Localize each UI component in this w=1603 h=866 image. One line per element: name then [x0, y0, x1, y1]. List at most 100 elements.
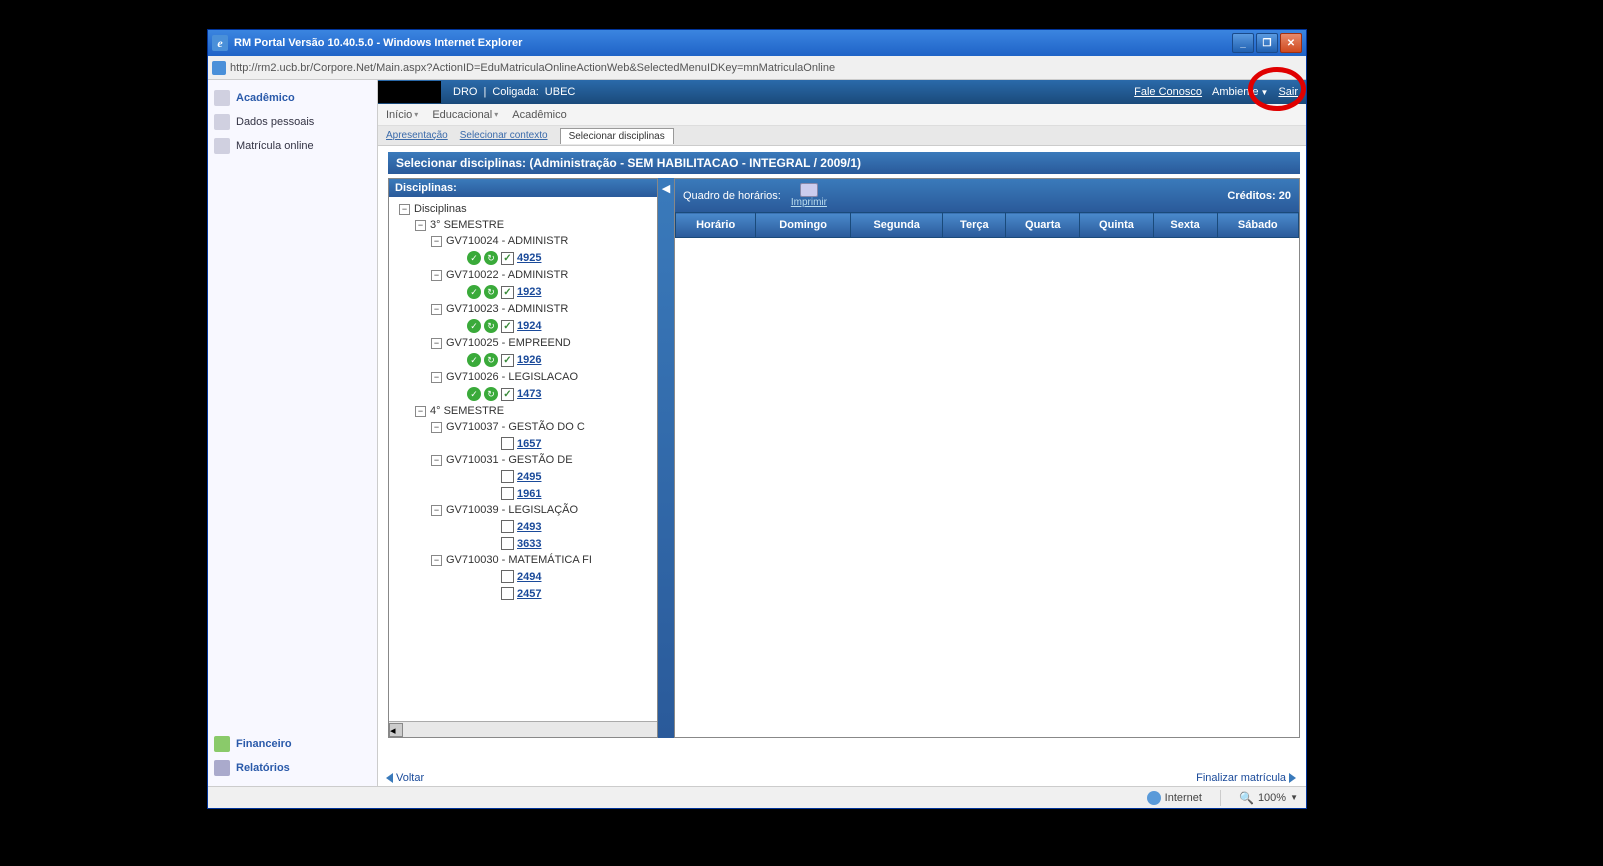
section-header: Selecionar disciplinas: (Administração -… [388, 152, 1300, 174]
menu-academico[interactable]: Acadêmico [512, 109, 566, 121]
zoom-control[interactable]: 🔍 100% ▼ [1239, 791, 1298, 805]
tree-node[interactable]: −GV710031 - GESTÃO DE [425, 452, 653, 468]
arrow-right-icon [1289, 773, 1296, 783]
scroll-left-button[interactable]: ◂ [389, 723, 403, 737]
globe-icon [1147, 791, 1161, 805]
breadcrumb-tabs: Apresentação Selecionar contexto Selecio… [378, 126, 1306, 146]
turma-link[interactable]: 2493 [517, 521, 541, 533]
finalizar-link[interactable]: Finalizar matrícula [1196, 772, 1296, 784]
tree-node[interactable]: −GV710037 - GESTÃO DO C [425, 419, 653, 435]
tree-node[interactable]: −GV710039 - LEGISLAÇÃO [425, 502, 653, 518]
maximize-button[interactable]: ❐ [1256, 33, 1278, 53]
statusbar: Internet 🔍 100% ▼ [208, 786, 1306, 808]
turma-link[interactable]: 3633 [517, 538, 541, 550]
checkbox-icon[interactable] [501, 587, 514, 600]
turma-leaf[interactable]: ✓↻1926 [441, 351, 653, 369]
tree-toggle-icon[interactable]: − [415, 406, 426, 417]
turma-link[interactable]: 4925 [517, 252, 541, 264]
tree-toggle-icon[interactable]: − [431, 304, 442, 315]
tree-node[interactable]: −GV710030 - MATEMÁTICA FI [425, 552, 653, 568]
horizontal-scrollbar[interactable]: ◂ [389, 721, 657, 737]
disciplinas-tree[interactable]: −Disciplinas−3° SEMESTRE−GV710024 - ADMI… [389, 197, 657, 721]
turma-leaf[interactable]: 2494 [441, 568, 653, 585]
sidebar-item-financeiro[interactable]: Financeiro [212, 732, 373, 756]
checkbox-icon[interactable] [501, 320, 514, 333]
checkbox-icon[interactable] [501, 286, 514, 299]
close-button[interactable]: ✕ [1280, 33, 1302, 53]
sidebar-item-matricula-online[interactable]: Matrícula online [212, 134, 373, 158]
turma-leaf[interactable]: ✓↻ 1923 [441, 283, 653, 301]
print-button[interactable]: Imprimir [791, 183, 827, 208]
tree-toggle-icon[interactable]: − [431, 372, 442, 383]
sidebar-item-academico[interactable]: Acadêmico [212, 86, 373, 110]
voltar-link[interactable]: Voltar [386, 772, 424, 784]
turma-link[interactable]: 1924 [517, 320, 541, 332]
checkbox-icon[interactable] [501, 354, 514, 367]
sidebar-label-financeiro: Financeiro [236, 738, 292, 750]
tree-node[interactable]: −GV710022 - ADMINISTR [425, 267, 653, 283]
menu-inicio[interactable]: Início▾ [386, 109, 418, 121]
turma-leaf[interactable]: ✓↻4925 [441, 249, 653, 267]
menubar: Início▾ Educacional▾ Acadêmico [378, 104, 1306, 126]
sair-link[interactable]: Sair [1278, 86, 1298, 98]
turma-leaf[interactable]: ✓↻1473 [441, 385, 653, 403]
tree-node[interactable]: −Disciplinas [393, 201, 653, 217]
sidebar: Acadêmico Dados pessoais Matrícula onlin… [208, 80, 378, 786]
turma-link[interactable]: 1926 [517, 354, 541, 366]
tree-toggle-icon[interactable]: − [431, 455, 442, 466]
turma-link[interactable]: 2457 [517, 588, 541, 600]
tree-toggle-icon[interactable]: − [431, 422, 442, 433]
tree-node[interactable]: −3° SEMESTRE [409, 217, 653, 233]
tree-node[interactable]: −GV710024 - ADMINISTR [425, 233, 653, 249]
checkbox-icon[interactable] [501, 252, 514, 265]
print-label: Imprimir [791, 197, 827, 208]
tree-toggle-icon[interactable]: − [431, 505, 442, 516]
checkbox-icon[interactable] [501, 470, 514, 483]
fale-conosco-link[interactable]: Fale Conosco [1134, 86, 1202, 98]
tab-selecionar-contexto[interactable]: Selecionar contexto [460, 130, 548, 141]
collapse-toggle[interactable]: ◀ [658, 178, 674, 738]
turma-leaf[interactable]: 2495 [441, 468, 653, 485]
tab-apresentacao[interactable]: Apresentação [386, 130, 448, 141]
menu-educacional[interactable]: Educacional▾ [432, 109, 498, 121]
turma-link[interactable]: 2495 [517, 471, 541, 483]
checkbox-icon[interactable] [501, 570, 514, 583]
turma-leaf[interactable]: 3633 [441, 535, 653, 552]
tree-toggle-icon[interactable]: − [431, 236, 442, 247]
tree-toggle-icon[interactable]: − [399, 204, 410, 215]
check-icon: ✓ [467, 285, 481, 299]
turma-link[interactable]: 1473 [517, 388, 541, 400]
turma-leaf[interactable]: 2457 [441, 585, 653, 602]
minimize-button[interactable]: _ [1232, 33, 1254, 53]
tree-toggle-icon[interactable]: − [431, 555, 442, 566]
turma-leaf[interactable]: 1961 [441, 485, 653, 502]
tree-node[interactable]: −GV710026 - LEGISLACAO [425, 369, 653, 385]
tree-node[interactable]: −GV710023 - ADMINISTR [425, 301, 653, 317]
sidebar-item-relatorios[interactable]: Relatórios [212, 756, 373, 780]
turma-link[interactable]: 1961 [517, 488, 541, 500]
tree-toggle-icon[interactable]: − [415, 220, 426, 231]
tree-node[interactable]: −4° SEMESTRE [409, 403, 653, 419]
titlebar: e RM Portal Versão 10.40.5.0 - Windows I… [208, 30, 1306, 56]
turma-link[interactable]: 1923 [517, 286, 541, 298]
tree-node[interactable]: −GV710025 - EMPREEND [425, 335, 653, 351]
check-icon: ✓ [467, 387, 481, 401]
checkbox-icon[interactable] [501, 520, 514, 533]
turma-link[interactable]: 1657 [517, 438, 541, 450]
checkbox-icon[interactable] [501, 487, 514, 500]
tree-toggle-icon[interactable]: − [431, 270, 442, 281]
checkbox-icon[interactable] [501, 537, 514, 550]
turma-leaf[interactable]: 2493 [441, 518, 653, 535]
tree-toggle-icon[interactable]: − [431, 338, 442, 349]
turma-link[interactable]: 2494 [517, 571, 541, 583]
sidebar-item-dados-pessoais[interactable]: Dados pessoais [212, 110, 373, 134]
security-zone: Internet [1147, 791, 1202, 805]
turma-leaf[interactable]: 1657 [441, 435, 653, 452]
url-text[interactable]: http://rm2.ucb.br/Corpore.Net/Main.aspx?… [230, 62, 835, 74]
turma-leaf[interactable]: ✓↻1924 [441, 317, 653, 335]
ambiente-dropdown[interactable]: Ambiente▼ [1212, 86, 1268, 98]
tab-selecionar-disciplinas[interactable]: Selecionar disciplinas [560, 128, 674, 144]
refresh-icon: ↻ [484, 285, 498, 299]
checkbox-icon[interactable] [501, 437, 514, 450]
checkbox-icon[interactable] [501, 388, 514, 401]
